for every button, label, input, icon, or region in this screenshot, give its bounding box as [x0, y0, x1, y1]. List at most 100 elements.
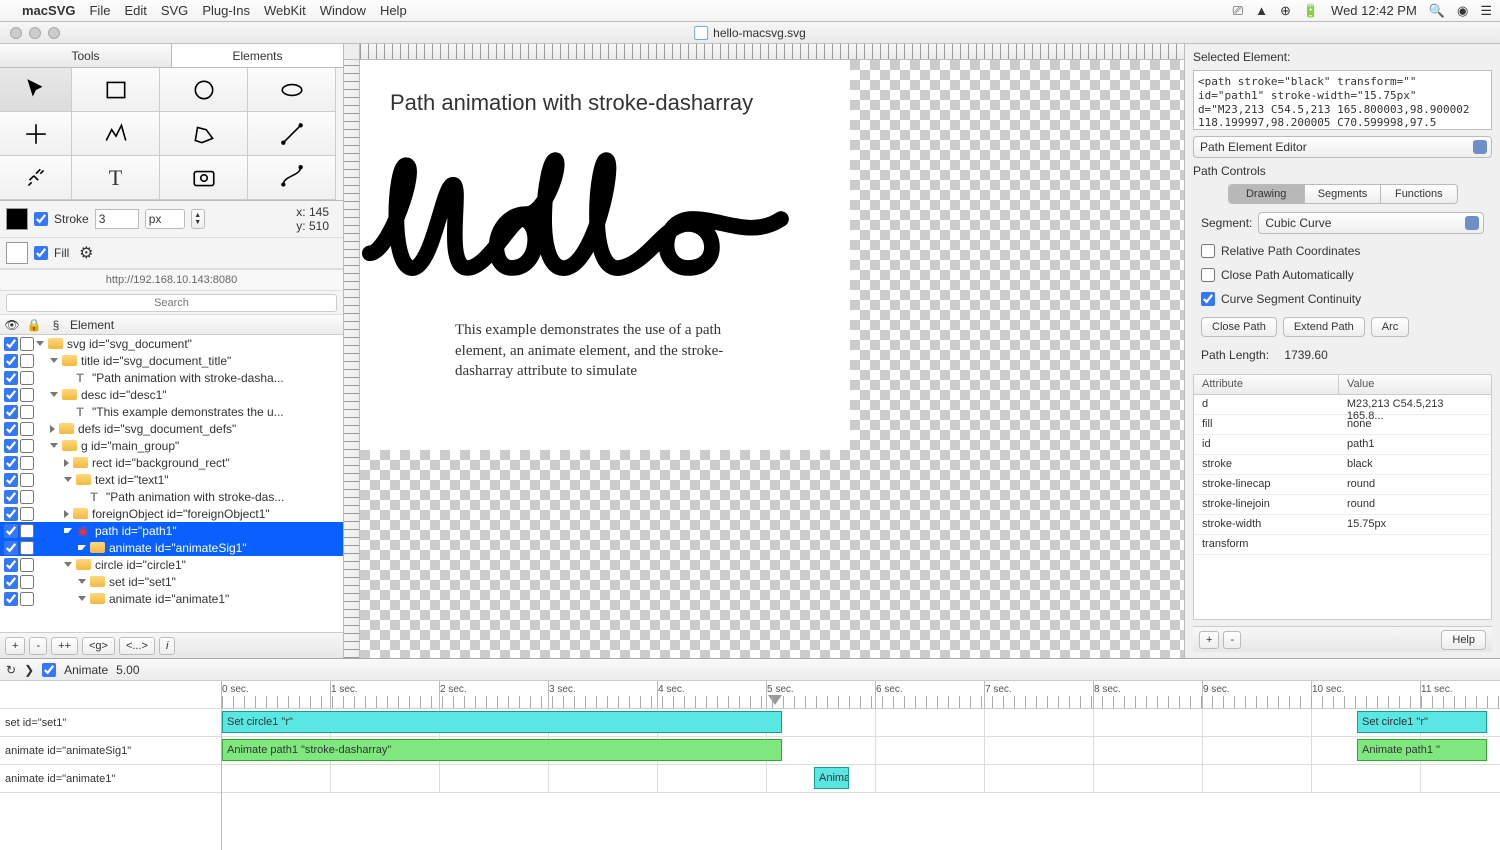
attr-row[interactable]: transform: [1194, 535, 1491, 555]
arrow-tool[interactable]: [0, 68, 72, 112]
tree-row[interactable]: animate id="animateSig1": [0, 539, 343, 556]
plugin-tool[interactable]: [0, 156, 72, 200]
tree-info-button[interactable]: i: [159, 637, 175, 655]
timeline-bar[interactable]: Set circle1 "r": [1357, 711, 1487, 733]
rect-tool[interactable]: [72, 68, 160, 112]
ellipse-tool[interactable]: [248, 68, 336, 112]
attribute-table[interactable]: AttributeValue dM23,213 C54.5,213 165.8.…: [1193, 374, 1492, 620]
tree-row[interactable]: foreignObject id="foreignObject1": [0, 505, 343, 522]
traffic-close[interactable]: [10, 27, 22, 39]
line-tool[interactable]: [248, 112, 336, 156]
timeline-canvas[interactable]: 0 sec.1 sec.2 sec.3 sec.4 sec.5 sec.6 se…: [222, 681, 1500, 850]
timeline-restart-icon[interactable]: ↻: [6, 663, 16, 677]
screen-icon[interactable]: ⎚: [1233, 3, 1243, 19]
attr-row[interactable]: stroke-linecapround: [1194, 475, 1491, 495]
track-row[interactable]: animate id="animate1": [0, 765, 221, 793]
app-menu[interactable]: macSVG: [22, 3, 75, 18]
curve-continuity-checkbox[interactable]: [1201, 292, 1215, 306]
close-path-button[interactable]: Close Path: [1201, 317, 1277, 337]
attr-row[interactable]: strokeblack: [1194, 455, 1491, 475]
battery-icon[interactable]: 🔋: [1303, 3, 1319, 19]
attr-row[interactable]: fillnone: [1194, 415, 1491, 435]
stroke-width-input[interactable]: [95, 209, 139, 229]
eye-icon[interactable]: 👁: [4, 318, 20, 332]
ruler-horizontal[interactable]: [360, 44, 1184, 60]
svg-document[interactable]: Path animation with stroke-dasharray Thi…: [360, 60, 850, 450]
gear-icon[interactable]: ⚙: [75, 242, 97, 264]
timeline-bar[interactable]: Set circle1 "r": [222, 711, 782, 733]
tree-row[interactable]: animate id="animate1": [0, 590, 343, 607]
hello-path[interactable]: [360, 126, 830, 297]
lock-icon[interactable]: 🔒: [26, 318, 42, 332]
timeline-bar[interactable]: Animate path1 "stroke-dasharray": [222, 739, 782, 761]
stroke-unit-select[interactable]: px: [145, 209, 185, 229]
fill-color-swatch[interactable]: [6, 242, 28, 264]
circle-tool[interactable]: [160, 68, 248, 112]
track-row[interactable]: set id="set1": [0, 709, 221, 737]
segment-type-select[interactable]: Cubic Curve: [1258, 212, 1484, 234]
tree-row[interactable]: T"Path animation with stroke-dasha...: [0, 369, 343, 386]
polyline-tool[interactable]: [72, 112, 160, 156]
seg-functions[interactable]: Functions: [1381, 185, 1456, 203]
seg-segments[interactable]: Segments: [1305, 185, 1381, 203]
tree-row[interactable]: title id="svg_document_title": [0, 352, 343, 369]
tab-tools[interactable]: Tools: [0, 44, 172, 67]
siri-icon[interactable]: ◉: [1457, 3, 1468, 19]
menu-window[interactable]: Window: [320, 3, 366, 18]
close-path-auto-checkbox[interactable]: [1201, 268, 1215, 282]
help-button[interactable]: Help: [1441, 630, 1486, 650]
arc-button[interactable]: Arc: [1371, 317, 1410, 337]
tree-duplicate-button[interactable]: ++: [51, 637, 78, 655]
playhead-icon[interactable]: [768, 695, 782, 705]
wifi-icon[interactable]: ⊕: [1280, 3, 1291, 19]
stroke-color-swatch[interactable]: [6, 208, 28, 230]
tree-row[interactable]: desc id="desc1": [0, 386, 343, 403]
tree-row[interactable]: T"Path animation with stroke-das...: [0, 488, 343, 505]
traffic-minimize[interactable]: [29, 27, 41, 39]
traffic-zoom[interactable]: [48, 27, 60, 39]
tree-row[interactable]: circle id="circle1": [0, 556, 343, 573]
menu-webkit[interactable]: WebKit: [264, 3, 306, 18]
attr-remove-button[interactable]: -: [1223, 631, 1241, 649]
tree-add-button[interactable]: +: [5, 637, 25, 655]
attr-row[interactable]: stroke-width15.75px: [1194, 515, 1491, 535]
crosshair-tool[interactable]: [0, 112, 72, 156]
airplay-icon[interactable]: ▲: [1255, 3, 1268, 18]
image-tool[interactable]: [160, 156, 248, 200]
tree-row[interactable]: defs id="svg_document_defs": [0, 420, 343, 437]
timeline-scale[interactable]: 0 sec.1 sec.2 sec.3 sec.4 sec.5 sec.6 se…: [222, 681, 1500, 709]
menu-help[interactable]: Help: [380, 3, 407, 18]
relative-coords-checkbox[interactable]: [1201, 244, 1215, 258]
tree-row[interactable]: svg id="svg_document": [0, 335, 343, 352]
extend-path-button[interactable]: Extend Path: [1283, 317, 1365, 337]
timeline-bar[interactable]: Animate circle1 "r": [814, 767, 849, 789]
notification-center-icon[interactable]: ☰: [1480, 3, 1492, 19]
stroke-stepper[interactable]: ▲▼: [191, 209, 205, 229]
tree-remove-button[interactable]: -: [29, 637, 47, 655]
canvas-viewport[interactable]: Path animation with stroke-dasharray Thi…: [360, 60, 1184, 658]
element-tree[interactable]: svg id="svg_document"title id="svg_docum…: [0, 335, 343, 632]
track-row[interactable]: animate id="animateSig1": [0, 737, 221, 765]
seg-drawing[interactable]: Drawing: [1229, 185, 1305, 203]
tree-row[interactable]: g id="main_group": [0, 437, 343, 454]
timeline-play-icon[interactable]: ❯: [24, 663, 34, 677]
menu-plugins[interactable]: Plug-Ins: [202, 3, 250, 18]
editor-select[interactable]: Path Element Editor: [1193, 136, 1492, 158]
stroke-checkbox[interactable]: [34, 212, 48, 226]
tree-row[interactable]: text id="text1": [0, 471, 343, 488]
menubar-clock[interactable]: Wed 12:42 PM: [1331, 3, 1417, 18]
element-code-box[interactable]: <path stroke="black" transform="" id="pa…: [1193, 70, 1492, 130]
tree-row[interactable]: ◉path id="path1": [0, 522, 343, 539]
animate-checkbox[interactable]: [42, 663, 56, 677]
text-tool[interactable]: T: [72, 156, 160, 200]
tree-row[interactable]: set id="set1": [0, 573, 343, 590]
tree-element-button[interactable]: <...>: [119, 637, 155, 655]
search-input[interactable]: [6, 294, 337, 312]
tree-row[interactable]: rect id="background_rect": [0, 454, 343, 471]
section-icon[interactable]: §: [48, 318, 64, 332]
path-mode-segment[interactable]: Drawing Segments Functions: [1228, 184, 1458, 204]
attr-row[interactable]: stroke-linejoinround: [1194, 495, 1491, 515]
polygon-tool[interactable]: [160, 112, 248, 156]
tree-row[interactable]: T"This example demonstrates the u...: [0, 403, 343, 420]
attr-row[interactable]: idpath1: [1194, 435, 1491, 455]
